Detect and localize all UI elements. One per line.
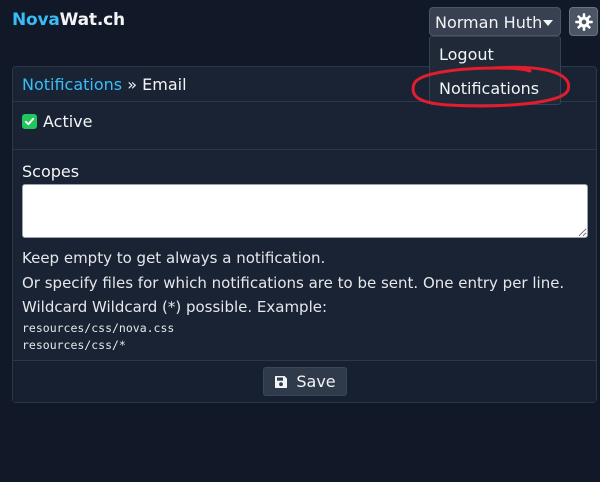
active-label: Active bbox=[43, 111, 93, 131]
brand-part-wat: Wat.ch bbox=[59, 10, 125, 30]
active-checkbox[interactable] bbox=[22, 113, 37, 129]
breadcrumb-current: Email bbox=[142, 75, 187, 94]
breadcrumb: Notifications » Email bbox=[22, 75, 187, 94]
settings-button[interactable] bbox=[569, 7, 598, 36]
code-example: resources/css/* bbox=[22, 338, 126, 352]
help-text-line: Wildcard Wildcard (*) possible. Example: bbox=[22, 298, 328, 316]
divider bbox=[13, 149, 596, 150]
code-example: resources/css/nova.css bbox=[22, 321, 175, 335]
brand-part-nova: Nova bbox=[12, 10, 60, 30]
card-footer: Save bbox=[13, 360, 596, 402]
checkmark-icon bbox=[24, 117, 35, 125]
breadcrumb-link-notifications[interactable]: Notifications bbox=[22, 75, 122, 94]
gear-icon bbox=[574, 12, 593, 31]
help-text-line: Or specify files for which notifications… bbox=[22, 274, 565, 292]
save-label: Save bbox=[296, 372, 336, 391]
highlight-annotation bbox=[411, 65, 571, 108]
active-toggle-row[interactable]: Active bbox=[22, 111, 93, 131]
brand-logo[interactable]: NovaWat.ch bbox=[12, 10, 125, 30]
user-menu-button[interactable]: Norman Huth bbox=[429, 7, 561, 36]
scopes-label: Scopes bbox=[22, 162, 80, 181]
floppy-disk-icon bbox=[274, 375, 288, 389]
save-button[interactable]: Save bbox=[263, 367, 347, 396]
caret-down-icon bbox=[543, 20, 553, 26]
breadcrumb-separator: » bbox=[127, 75, 138, 94]
user-name: Norman Huth bbox=[435, 13, 543, 32]
notification-settings-card: Notifications » Email Active Scopes Keep… bbox=[12, 66, 597, 403]
help-text-line: Keep empty to get always a notification. bbox=[22, 249, 326, 267]
scopes-textarea[interactable] bbox=[22, 184, 588, 238]
